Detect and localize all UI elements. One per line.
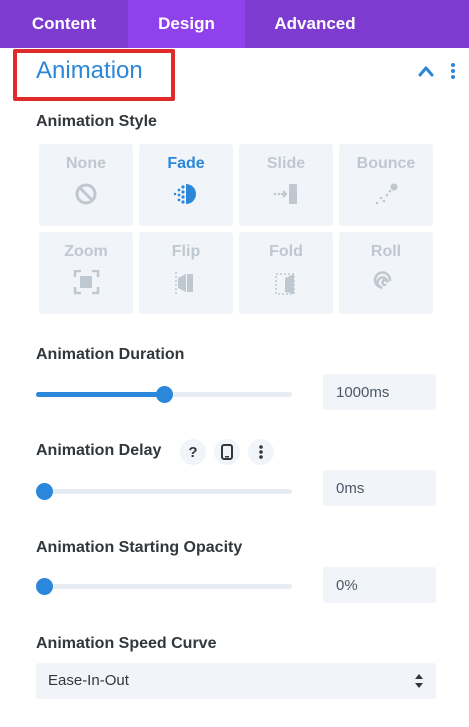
animation-option-none[interactable]: None: [39, 144, 133, 226]
tab-content[interactable]: Content: [0, 0, 128, 48]
animation-option-bounce[interactable]: Bounce: [339, 144, 433, 226]
speed-curve-select[interactable]: Ease-In-Out: [36, 663, 436, 699]
speed-curve-value: Ease-In-Out: [48, 672, 129, 689]
option-label: Fold: [269, 243, 303, 260]
duration-input[interactable]: [323, 374, 436, 410]
delay-options-button[interactable]: [248, 439, 274, 465]
option-label: Flip: [171, 243, 201, 260]
more-options-icon[interactable]: [449, 62, 457, 80]
flip-icon: [175, 272, 193, 294]
animation-duration-label: Animation Duration: [36, 346, 185, 363]
animation-delay-label: Animation Delay: [36, 442, 162, 459]
none-icon: [75, 183, 97, 205]
help-icon: ?: [188, 443, 198, 461]
option-label: Zoom: [64, 243, 108, 260]
help-button[interactable]: ?: [180, 439, 206, 465]
animation-option-zoom[interactable]: Zoom: [39, 232, 133, 314]
animation-option-fold[interactable]: Fold: [239, 232, 333, 314]
animation-starting-opacity-label: Animation Starting Opacity: [36, 539, 243, 556]
opacity-input[interactable]: [323, 567, 436, 603]
roll-icon: [373, 271, 392, 289]
opacity-slider[interactable]: [36, 578, 292, 595]
animation-speed-curve-label: Animation Speed Curve: [36, 635, 217, 652]
fold-icon: [275, 273, 295, 295]
opacity-slider-thumb[interactable]: [36, 578, 53, 595]
animation-option-slide[interactable]: Slide: [239, 144, 333, 226]
animation-option-fade[interactable]: Fade: [139, 144, 233, 226]
bounce-icon: [375, 183, 398, 205]
slide-icon: [273, 184, 297, 204]
responsive-button[interactable]: [214, 439, 240, 465]
animation-style-label: Animation Style: [36, 113, 157, 130]
phone-icon: [221, 444, 233, 460]
tab-design[interactable]: Design: [128, 0, 245, 48]
option-label: Slide: [266, 155, 306, 172]
duration-slider-thumb[interactable]: [156, 386, 173, 403]
tab-advanced[interactable]: Advanced: [245, 0, 385, 48]
option-label: Fade: [167, 155, 205, 172]
fade-icon: [173, 184, 196, 204]
option-label: Roll: [370, 243, 402, 260]
delay-slider[interactable]: [36, 483, 292, 500]
select-arrows-icon: [415, 674, 423, 688]
delay-slider-thumb[interactable]: [36, 483, 53, 500]
animation-option-roll[interactable]: Roll: [339, 232, 433, 314]
more-options-icon: [259, 445, 263, 459]
option-label: None: [66, 155, 106, 172]
chevron-up-icon[interactable]: [417, 63, 435, 79]
option-label: Bounce: [356, 155, 416, 172]
tab-bar: Content Design Advanced: [0, 0, 469, 48]
duration-slider-fill: [36, 392, 164, 397]
animation-option-flip[interactable]: Flip: [139, 232, 233, 314]
duration-slider[interactable]: [36, 386, 292, 403]
section-title[interactable]: Animation: [36, 57, 143, 85]
delay-input[interactable]: [323, 470, 436, 506]
zoom-icon: [73, 270, 100, 295]
